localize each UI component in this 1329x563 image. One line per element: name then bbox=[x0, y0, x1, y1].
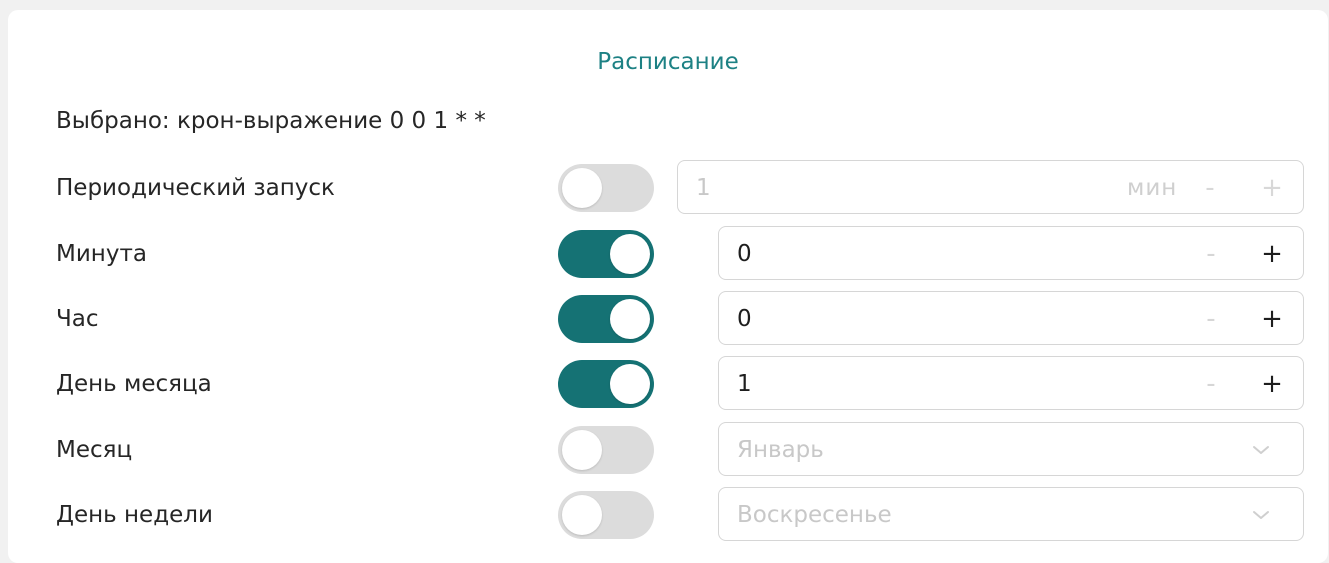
day-of-month-toggle[interactable] bbox=[558, 360, 654, 408]
row-month: Месяц Январь bbox=[8, 422, 1328, 478]
select-value: Январь bbox=[737, 437, 824, 463]
row-label: День месяца bbox=[56, 371, 212, 397]
row-hour: Час 0 - + bbox=[8, 291, 1328, 347]
stepper-value[interactable]: 1 bbox=[737, 370, 752, 398]
decrement-button[interactable]: - bbox=[1197, 236, 1225, 272]
stepper-value[interactable]: 0 bbox=[737, 305, 752, 333]
toggle-knob bbox=[610, 299, 650, 339]
schedule-card: Расписание Выбрано: крон-выражение 0 0 1… bbox=[8, 10, 1328, 563]
periodic-run-toggle[interactable] bbox=[558, 164, 654, 212]
selected-cron-expression: Выбрано: крон-выражение 0 0 1 * * bbox=[56, 108, 486, 134]
day-of-week-toggle[interactable] bbox=[558, 491, 654, 539]
stepper-unit: мин bbox=[1127, 175, 1178, 201]
increment-button[interactable]: + bbox=[1258, 366, 1286, 402]
stepper-value[interactable]: 1 bbox=[696, 174, 711, 202]
chevron-down-icon[interactable] bbox=[1247, 436, 1275, 464]
page-title: Расписание bbox=[597, 49, 739, 75]
increment-button[interactable]: + bbox=[1258, 236, 1286, 272]
increment-button[interactable]: + bbox=[1258, 170, 1286, 206]
chevron-down-icon[interactable] bbox=[1247, 501, 1275, 529]
row-label: Час bbox=[56, 306, 99, 332]
row-label: Минута bbox=[56, 241, 147, 267]
row-label: Периодический запуск bbox=[56, 175, 335, 201]
decrement-button[interactable]: - bbox=[1197, 301, 1225, 337]
row-label: День недели bbox=[56, 502, 213, 528]
increment-button[interactable]: + bbox=[1258, 301, 1286, 337]
row-minute: Минута 0 - + bbox=[8, 226, 1328, 282]
periodic-interval-stepper[interactable]: 1 мин - + bbox=[677, 160, 1304, 214]
month-select[interactable]: Январь bbox=[718, 422, 1304, 476]
decrement-button[interactable]: - bbox=[1196, 170, 1224, 206]
toggle-knob bbox=[610, 364, 650, 404]
stepper-value[interactable]: 0 bbox=[737, 240, 752, 268]
minute-toggle[interactable] bbox=[558, 230, 654, 278]
month-toggle[interactable] bbox=[558, 426, 654, 474]
row-periodic-run: Периодический запуск 1 мин - + bbox=[8, 160, 1328, 216]
day-of-month-stepper[interactable]: 1 - + bbox=[718, 356, 1304, 410]
hour-stepper[interactable]: 0 - + bbox=[718, 291, 1304, 345]
decrement-button[interactable]: - bbox=[1197, 366, 1225, 402]
row-day-of-month: День месяца 1 - + bbox=[8, 356, 1328, 412]
select-value: Воскресенье bbox=[737, 502, 892, 528]
minute-stepper[interactable]: 0 - + bbox=[718, 226, 1304, 280]
toggle-knob bbox=[562, 168, 602, 208]
row-day-of-week: День недели Воскресенье bbox=[8, 487, 1328, 543]
toggle-knob bbox=[562, 430, 602, 470]
day-of-week-select[interactable]: Воскресенье bbox=[718, 487, 1304, 541]
toggle-knob bbox=[610, 234, 650, 274]
hour-toggle[interactable] bbox=[558, 295, 654, 343]
toggle-knob bbox=[562, 495, 602, 535]
row-label: Месяц bbox=[56, 437, 133, 463]
